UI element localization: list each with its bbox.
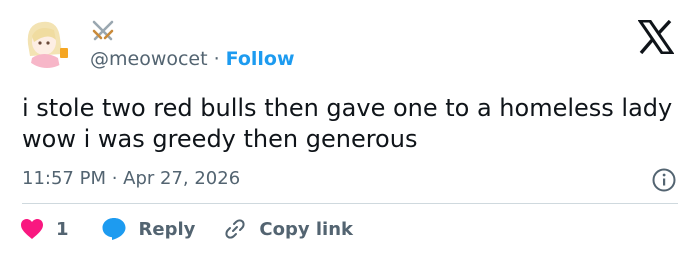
reply-bubble-icon (102, 218, 126, 240)
separator-dot: · (213, 48, 220, 70)
divider (22, 203, 678, 204)
info-icon[interactable] (651, 167, 677, 193)
like-count: 1 (56, 218, 69, 240)
copy-link-button[interactable]: Copy link (223, 217, 353, 241)
tweet-timestamp[interactable]: 11:57 PM · Apr 27, 2026 (22, 167, 240, 191)
crossed-swords-icon (92, 20, 114, 41)
author-row: @meowocet · Follow (90, 47, 295, 71)
tweet-card: @meowocet · Follow i stole two red bulls t… (0, 0, 700, 256)
avatar[interactable] (20, 14, 74, 68)
avatar-image (20, 14, 74, 68)
author-handle[interactable]: @meowocet (90, 48, 208, 70)
link-icon (225, 219, 245, 239)
x-logo-icon[interactable] (638, 20, 674, 54)
like-button[interactable]: 1 (20, 218, 69, 240)
heart-icon (21, 219, 43, 239)
copy-link-label: Copy link (259, 218, 353, 240)
reply-label: Reply (138, 218, 196, 240)
reply-button[interactable]: Reply (101, 217, 196, 241)
action-bar: 1 Reply Copy link (20, 215, 353, 243)
follow-button[interactable]: Follow (226, 48, 295, 70)
tweet-text: i stole two red bulls then gave one to a… (22, 94, 673, 153)
